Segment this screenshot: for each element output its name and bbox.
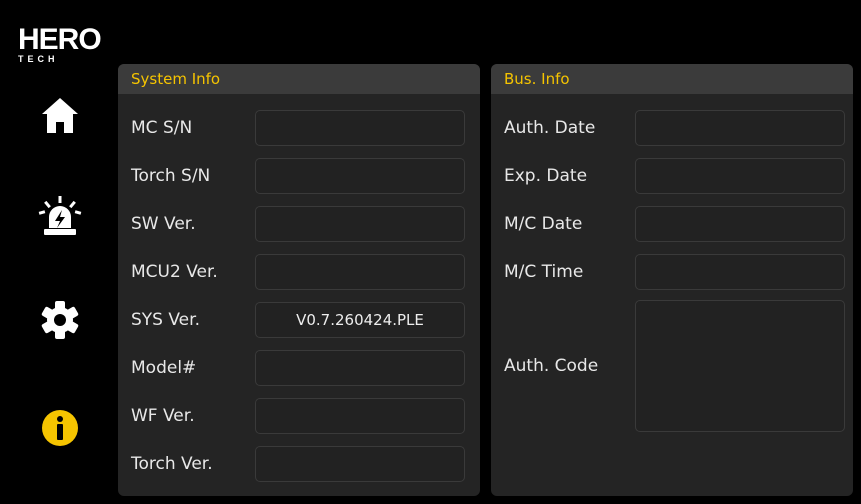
brand-logo: HERO TECH: [18, 23, 108, 70]
sw-ver-label: SW Ver.: [131, 214, 196, 234]
model-field: [255, 350, 465, 386]
system-info-row: WF Ver.: [118, 398, 480, 434]
exp-date-field: [635, 158, 845, 194]
system-info-row: Torch Ver.: [118, 446, 480, 482]
brand-name: HERO: [18, 23, 102, 56]
auth-date-label: Auth. Date: [504, 118, 596, 138]
system-info-row: Model#: [118, 350, 480, 386]
system-info-row: Torch S/N: [118, 158, 480, 194]
mcu2-ver-field: [255, 254, 465, 290]
bus-info-row: Auth. Date: [491, 110, 853, 146]
home-icon: [42, 98, 78, 133]
wf-ver-label: WF Ver.: [131, 406, 195, 426]
sidebar: HERO TECH: [0, 0, 110, 504]
nav-alarm-button[interactable]: [38, 194, 82, 238]
info-icon: [42, 410, 78, 446]
mc-time-field: [635, 254, 845, 290]
torch-sn-label: Torch S/N: [131, 166, 211, 186]
mc-time-label: M/C Time: [504, 262, 584, 282]
sys-ver-field: V0.7.260424.PLE: [255, 302, 465, 338]
auth-date-field: [635, 110, 845, 146]
sw-ver-field: [255, 206, 465, 242]
wf-ver-field: [255, 398, 465, 434]
mc-sn-field: [255, 110, 465, 146]
auth-code-label: Auth. Code: [504, 356, 599, 376]
system-info-title: System Info: [118, 64, 480, 94]
system-info-row: SW Ver.: [118, 206, 480, 242]
bus-info-title: Bus. Info: [491, 64, 853, 94]
auth-code-field: [635, 300, 845, 432]
torch-ver-label: Torch Ver.: [131, 454, 213, 474]
bus-info-row: M/C Time: [491, 254, 853, 290]
nav-home-button[interactable]: [38, 94, 82, 138]
system-info-panel: System Info MC S/N Torch S/N SW Ver. MCU…: [118, 64, 480, 496]
gear-icon: [41, 301, 79, 339]
exp-date-label: Exp. Date: [504, 166, 588, 186]
mc-date-label: M/C Date: [504, 214, 583, 234]
mcu2-ver-label: MCU2 Ver.: [131, 262, 218, 282]
model-label: Model#: [131, 358, 197, 378]
bus-info-panel: Bus. Info Auth. Date Exp. Date M/C Date …: [491, 64, 853, 496]
torch-ver-field: [255, 446, 465, 482]
bus-info-row: M/C Date: [491, 206, 853, 242]
system-info-row: SYS Ver. V0.7.260424.PLE: [118, 302, 480, 338]
bus-info-row: Exp. Date: [491, 158, 853, 194]
sys-ver-label: SYS Ver.: [131, 310, 200, 330]
mc-sn-label: MC S/N: [131, 118, 193, 138]
nav-settings-button[interactable]: [38, 298, 82, 342]
torch-sn-field: [255, 158, 465, 194]
alarm-icon: [38, 196, 82, 235]
nav-info-button[interactable]: [38, 406, 82, 450]
system-info-row: MCU2 Ver.: [118, 254, 480, 290]
system-info-row: MC S/N: [118, 110, 480, 146]
mc-date-field: [635, 206, 845, 242]
